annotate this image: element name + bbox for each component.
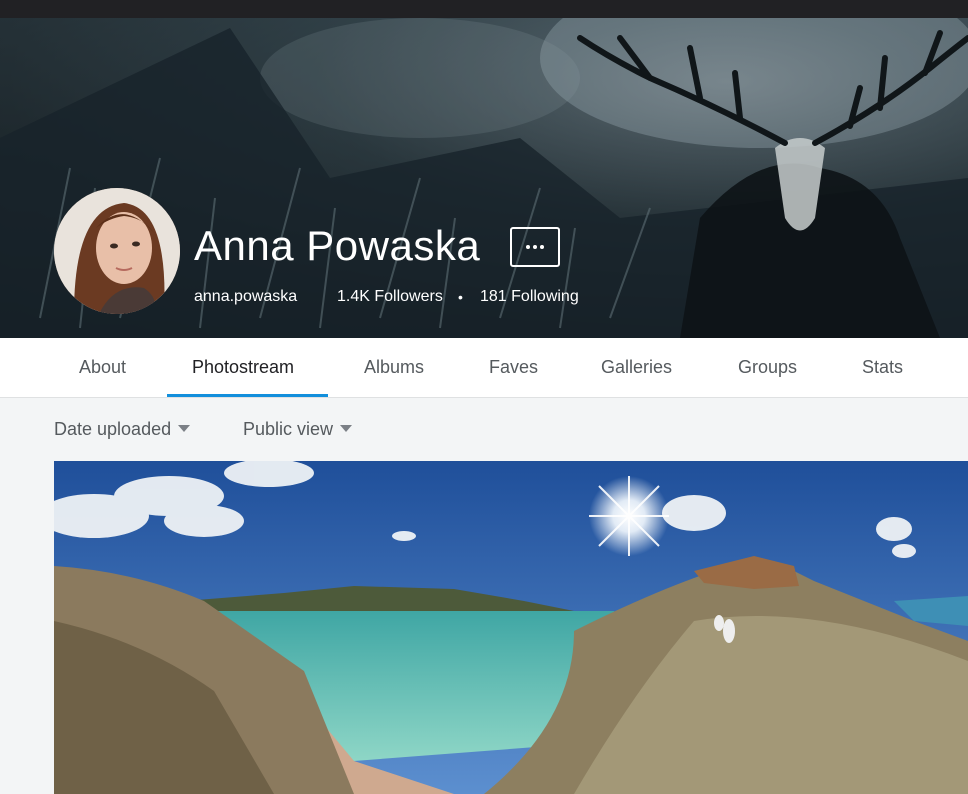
profile-subnav: About Photostream Albums Faves Galleries…: [0, 338, 968, 398]
profile-avatar[interactable]: [54, 188, 180, 314]
photostream-photo[interactable]: [54, 461, 968, 794]
more-dots-icon: [526, 245, 530, 249]
tab-about[interactable]: About: [79, 338, 126, 397]
more-dots-icon-dot: [533, 245, 537, 249]
active-tab-indicator: [167, 394, 328, 397]
tab-stats[interactable]: Stats: [862, 338, 903, 397]
tab-faves[interactable]: Faves: [489, 338, 538, 397]
profile-username[interactable]: anna.powaska: [194, 288, 297, 306]
view-dropdown-label: Public view: [243, 419, 334, 439]
sort-dropdown-label: Date uploaded: [54, 419, 172, 439]
tab-galleries[interactable]: Galleries: [601, 338, 672, 397]
photo-landscape: [54, 461, 968, 794]
profile-name: Anna Powaska: [194, 222, 481, 269]
avatar-portrait: [54, 188, 180, 314]
more-dots-icon-dot: [540, 245, 544, 249]
sort-dropdown[interactable]: Date uploaded: [54, 419, 191, 440]
top-bar: [0, 0, 968, 18]
view-dropdown[interactable]: Public view: [243, 419, 353, 440]
meta-separator: •: [458, 289, 463, 305]
followers-link[interactable]: 1.4K Followers: [337, 288, 443, 306]
more-options-button[interactable]: [510, 227, 560, 267]
following-link[interactable]: 181 Following: [480, 288, 579, 306]
tab-groups[interactable]: Groups: [738, 338, 797, 397]
caret-down-icon: [340, 424, 353, 432]
caret-down-icon: [178, 424, 191, 432]
tab-photostream[interactable]: Photostream: [192, 338, 294, 397]
tab-albums[interactable]: Albums: [364, 338, 424, 397]
cover-photo: Anna Powaska anna.powaska 1.4K Followers…: [0, 18, 968, 338]
